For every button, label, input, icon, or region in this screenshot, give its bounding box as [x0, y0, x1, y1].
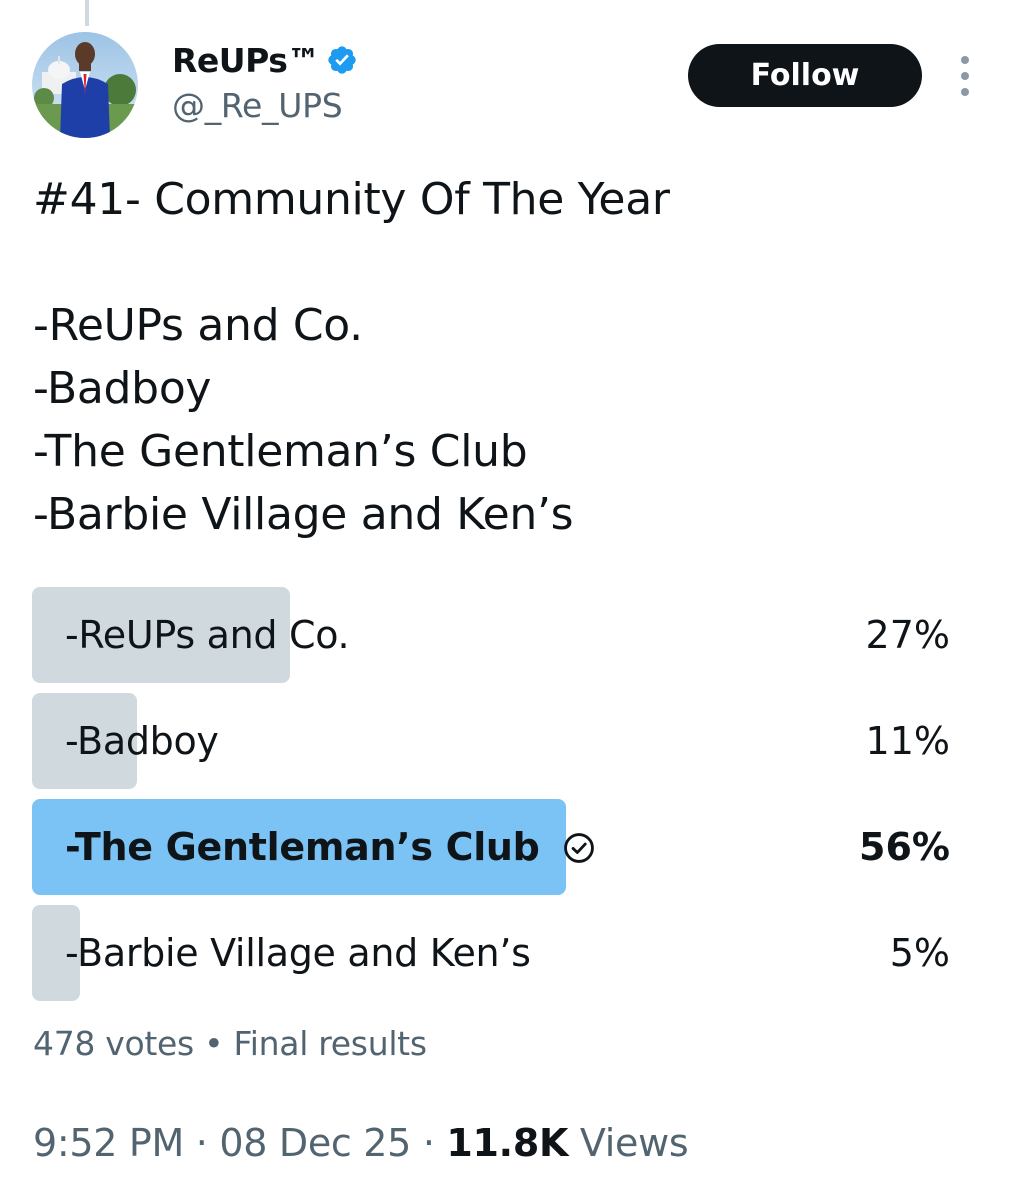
tweet-timestamp-views: 9:52 PM · 08 Dec 25 · 11.8K Views	[33, 1121, 689, 1165]
more-options-icon[interactable]	[954, 56, 976, 96]
follow-button[interactable]: Follow	[688, 44, 922, 107]
poll-option-label: -Badboy	[65, 719, 219, 763]
tweet-text: #41- Community Of The Year -ReUPs and Co…	[33, 168, 973, 546]
poll: -ReUPs and Co. 27% -Badboy 11% -The Gent…	[32, 587, 950, 1011]
separator-dot: •	[204, 1024, 224, 1063]
poll-option-label-wrap: -The Gentleman’s Club	[65, 799, 596, 895]
tweet-line: -ReUPs and Co.	[33, 300, 363, 351]
views-label[interactable]: Views	[580, 1121, 689, 1165]
tweet-detail: ReUPs™ @_Re_UPS Follow #41- Community Of…	[0, 0, 1014, 1200]
user-info[interactable]: ReUPs™ @_Re_UPS	[172, 38, 358, 125]
poll-option-label: -ReUPs and Co.	[65, 613, 350, 657]
poll-option-badboy[interactable]: -Badboy 11%	[32, 693, 950, 789]
display-name[interactable]: ReUPs™	[172, 41, 320, 80]
poll-option-barbie-village[interactable]: -Barbie Village and Ken’s 5%	[32, 905, 950, 1001]
user-handle[interactable]: @_Re_UPS	[172, 86, 358, 125]
poll-option-percent: 5%	[889, 931, 950, 975]
tweet-title: #41- Community Of The Year	[33, 174, 670, 225]
separator-dot: ·	[422, 1121, 435, 1165]
poll-option-reups[interactable]: -ReUPs and Co. 27%	[32, 587, 950, 683]
poll-option-label: -The Gentleman’s Club	[65, 825, 540, 869]
separator-dot: ·	[195, 1121, 208, 1165]
poll-option-gentlemans-club[interactable]: -The Gentleman’s Club 56%	[32, 799, 950, 895]
views-count[interactable]: 11.8K	[446, 1121, 568, 1165]
tweet-line: -Badboy	[33, 363, 212, 414]
avatar[interactable]	[32, 32, 138, 138]
poll-option-percent: 27%	[865, 613, 950, 657]
poll-status: Final results	[233, 1024, 428, 1063]
tweet-time[interactable]: 9:52 PM	[33, 1121, 184, 1165]
thread-connector-line	[85, 0, 89, 26]
poll-option-label: -Barbie Village and Ken’s	[65, 931, 531, 975]
tweet-date[interactable]: 08 Dec 25	[219, 1121, 411, 1165]
tweet-line: -The Gentleman’s Club	[33, 426, 528, 477]
poll-vote-count: 478 votes	[33, 1024, 194, 1063]
poll-summary: 478 votes • Final results	[33, 1024, 427, 1063]
poll-option-percent: 11%	[865, 719, 950, 763]
poll-option-percent: 56%	[859, 825, 950, 869]
verified-badge-icon	[326, 44, 358, 76]
tweet-line: -Barbie Village and Ken’s	[33, 489, 574, 540]
check-circle-icon	[562, 830, 596, 864]
